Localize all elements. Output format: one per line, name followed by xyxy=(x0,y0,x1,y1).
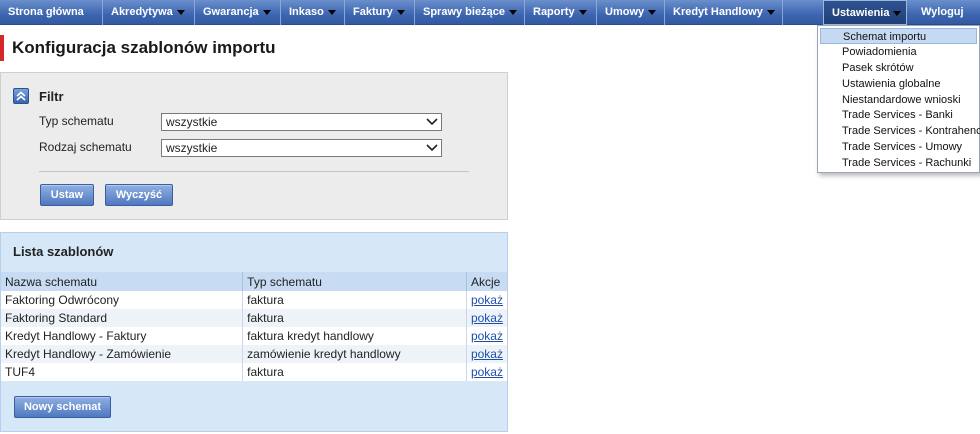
filter-title: Filtr xyxy=(39,89,64,104)
nav-item-home[interactable]: Strona główna xyxy=(0,0,103,25)
caret-down-icon xyxy=(648,9,657,15)
caret-down-icon xyxy=(262,9,271,15)
list-title: Lista szablonów xyxy=(13,244,114,259)
show-link[interactable]: pokaż xyxy=(471,329,503,343)
nav-item-kredyt-handlowy[interactable]: Kredyt Handlowy xyxy=(665,0,783,25)
menu-item-trade-services-kontrahenci[interactable]: Trade Services - Kontrahenci xyxy=(820,123,980,139)
nav-item-label: Ustawienia xyxy=(832,7,890,19)
top-navigation-bar: Strona główna Akredytywa Gwarancja Inkas… xyxy=(0,0,980,25)
caret-down-icon xyxy=(327,9,336,15)
table-header-row: Nazwa schematu Typ schematu Akcje xyxy=(1,272,507,291)
column-header-actions: Akcje xyxy=(466,272,507,291)
menu-item-trade-services-banki[interactable]: Trade Services - Banki xyxy=(820,107,977,123)
nav-item-sprawy-biezace[interactable]: Sprawy bieżące xyxy=(415,0,525,25)
nav-item-label: Umowy xyxy=(605,6,645,18)
caret-down-icon xyxy=(578,9,587,15)
logout-label: Wyloguj xyxy=(921,6,964,18)
cell-schema-type: faktura xyxy=(242,309,467,327)
nav-item-label: Faktury xyxy=(353,6,393,18)
nav-item-label: Kredyt Handlowy xyxy=(673,6,763,18)
caret-down-icon xyxy=(766,9,775,15)
column-header-name[interactable]: Nazwa schematu xyxy=(1,272,244,291)
table-row: Kredyt Handlowy - Zamówienie zamówienie … xyxy=(1,345,507,363)
schema-kind-value: wszystkie xyxy=(166,141,218,155)
cell-schema-type: faktura xyxy=(242,363,467,381)
clear-filter-button[interactable]: Wyczyść xyxy=(105,184,173,206)
schema-kind-select[interactable]: wszystkie xyxy=(161,139,442,157)
schema-type-value: wszystkie xyxy=(166,115,218,129)
menu-item-schemat-importu[interactable]: Schemat importu xyxy=(820,28,977,44)
nav-item-raporty[interactable]: Raporty xyxy=(525,0,597,25)
cell-schema-type: faktura kredyt handlowy xyxy=(242,327,467,345)
nav-item-inkaso[interactable]: Inkaso xyxy=(281,0,345,25)
nav-item-ustawienia[interactable]: Ustawienia xyxy=(823,0,907,25)
cell-actions: pokaż xyxy=(466,291,507,309)
cell-actions: pokaż xyxy=(466,327,507,345)
menu-item-trade-services-umowy[interactable]: Trade Services - Umowy xyxy=(820,139,977,155)
caret-down-icon xyxy=(893,10,902,16)
nav-item-umowy[interactable]: Umowy xyxy=(597,0,665,25)
chevron-down-icon xyxy=(426,144,438,152)
schema-type-label: Typ schematu xyxy=(39,114,114,128)
nav-item-label: Sprawy bieżące xyxy=(423,6,505,18)
table-row: TUF4 faktura pokaż xyxy=(1,363,507,381)
show-link[interactable]: pokaż xyxy=(471,311,503,325)
caret-down-icon xyxy=(396,9,405,15)
schema-type-select[interactable]: wszystkie xyxy=(161,113,442,131)
show-link[interactable]: pokaż xyxy=(471,347,503,361)
menu-item-pasek-skrotow[interactable]: Pasek skrótów xyxy=(820,60,977,76)
apply-filter-button[interactable]: Ustaw xyxy=(40,184,94,206)
filter-panel: Filtr Typ schematu wszystkie Rodzaj sche… xyxy=(0,72,508,220)
caret-down-icon xyxy=(508,9,517,15)
cell-actions: pokaż xyxy=(466,363,507,381)
chevron-down-icon xyxy=(426,118,438,126)
cell-actions: pokaż xyxy=(466,309,507,327)
new-schema-button[interactable]: Nowy schemat xyxy=(14,396,111,418)
table-row: Kredyt Handlowy - Faktury faktura kredyt… xyxy=(1,327,507,345)
cell-schema-name: Faktoring Odwrócony xyxy=(1,291,244,309)
templates-list-panel: Lista szablonów Nazwa schematu Typ schem… xyxy=(0,232,508,432)
menu-item-ustawienia-globalne[interactable]: Ustawienia globalne xyxy=(820,76,977,92)
nav-item-label: Akredytywa xyxy=(111,6,173,18)
templates-table: Nazwa schematu Typ schematu Akcje Faktor… xyxy=(1,272,507,381)
cell-actions: pokaż xyxy=(466,345,507,363)
nav-item-label: Inkaso xyxy=(289,6,324,18)
cell-schema-name: Kredyt Handlowy - Zamówienie xyxy=(1,345,244,363)
menu-item-niestandardowe-wnioski[interactable]: Niestandardowe wnioski xyxy=(820,92,977,108)
cell-schema-name: Kredyt Handlowy - Faktury xyxy=(1,327,244,345)
menu-item-trade-services-rachunki[interactable]: Trade Services - Rachunki xyxy=(820,155,977,171)
filter-divider xyxy=(39,171,469,172)
nav-item-label: Raporty xyxy=(533,6,575,18)
logout-button[interactable]: Wyloguj xyxy=(907,0,980,25)
settings-dropdown-menu: Schemat importu Powiadomienia Pasek skró… xyxy=(817,25,980,173)
table-row: Faktoring Odwrócony faktura pokaż xyxy=(1,291,507,309)
table-row: Faktoring Standard faktura pokaż xyxy=(1,309,507,327)
cell-schema-name: TUF4 xyxy=(1,363,244,381)
caret-down-icon xyxy=(176,9,185,15)
page-title: Konfiguracja szablonów importu xyxy=(0,35,276,61)
show-link[interactable]: pokaż xyxy=(471,365,503,379)
collapse-filter-button[interactable] xyxy=(13,88,29,104)
show-link[interactable]: pokaż xyxy=(471,293,503,307)
cell-schema-name: Faktoring Standard xyxy=(1,309,244,327)
nav-item-akredytywa[interactable]: Akredytywa xyxy=(103,0,195,25)
column-header-type[interactable]: Typ schematu xyxy=(242,272,467,291)
cell-schema-type: faktura xyxy=(242,291,467,309)
nav-item-gwarancja[interactable]: Gwarancja xyxy=(195,0,281,25)
schema-kind-label: Rodzaj schematu xyxy=(39,140,132,154)
nav-item-label: Strona główna xyxy=(8,6,84,18)
nav-item-faktury[interactable]: Faktury xyxy=(345,0,415,25)
nav-item-label: Gwarancja xyxy=(203,6,259,18)
double-chevron-up-icon xyxy=(16,91,26,101)
cell-schema-type: zamówienie kredyt handlowy xyxy=(242,345,467,363)
menu-item-powiadomienia[interactable]: Powiadomienia xyxy=(820,44,977,60)
